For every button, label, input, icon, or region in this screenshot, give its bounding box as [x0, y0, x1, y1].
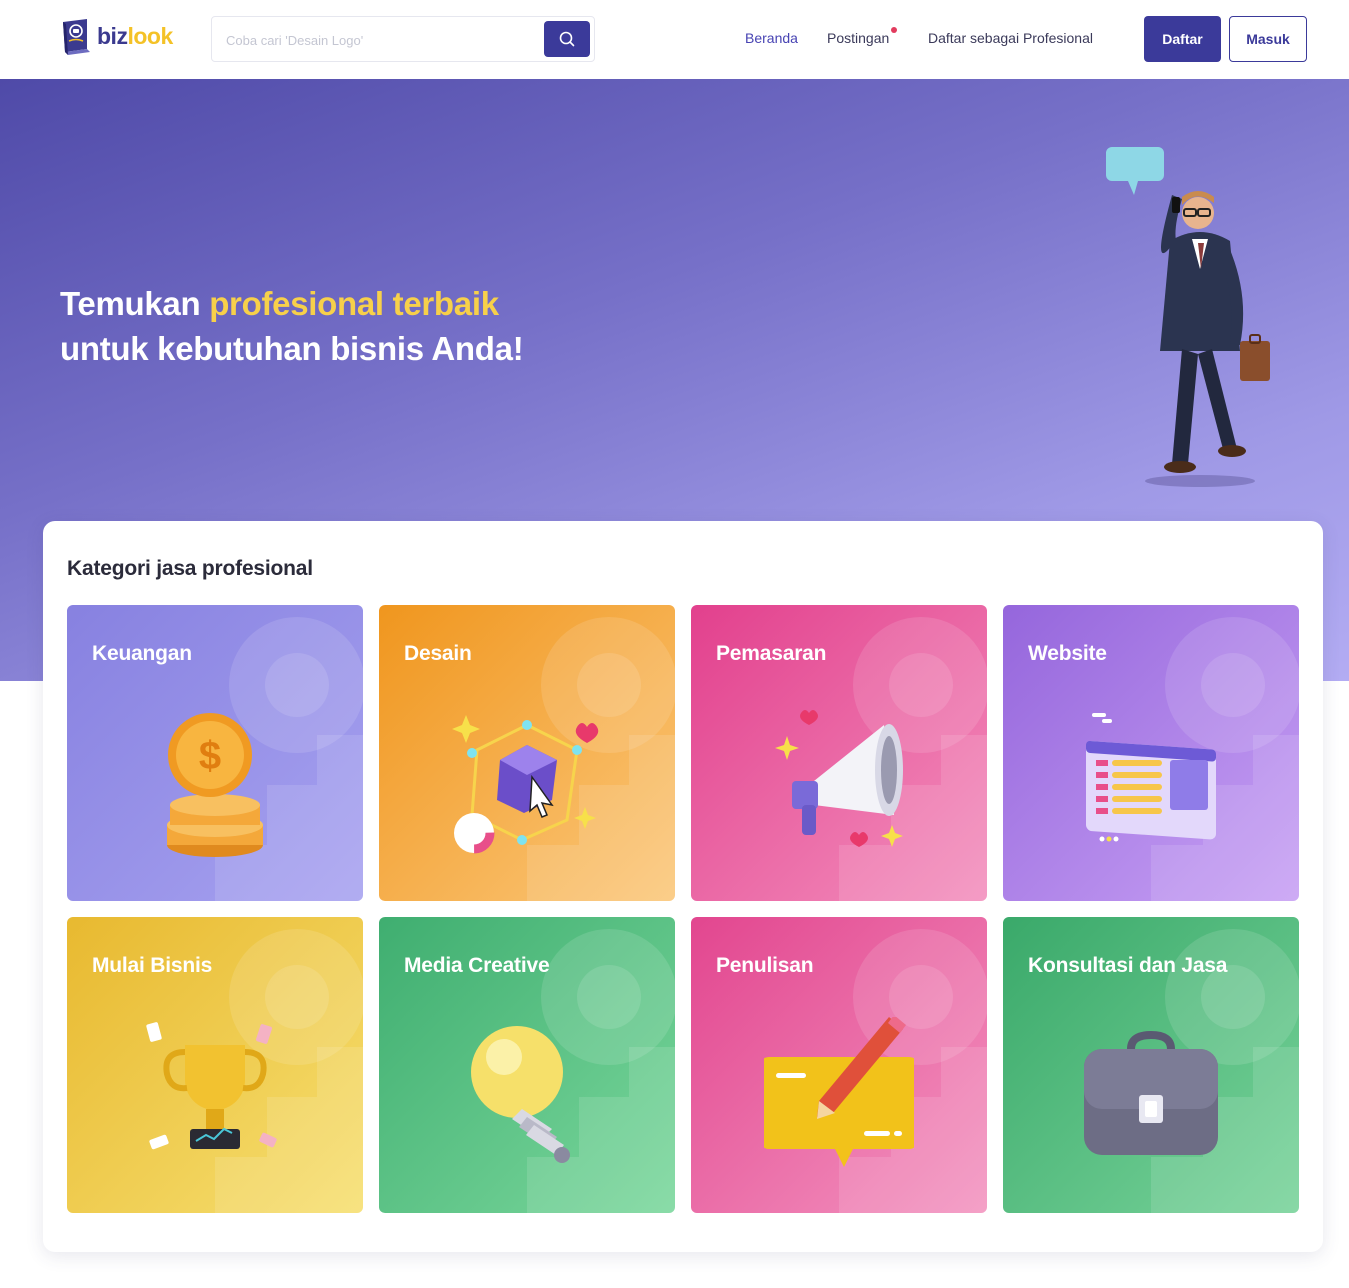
category-tile-mulai-bisnis[interactable]: Mulai Bisnis: [67, 917, 363, 1213]
category-label: Konsultasi dan Jasa: [1028, 954, 1228, 977]
top-header: bizlook Beranda Postingan Daftar sebagai…: [0, 0, 1349, 79]
category-title: Kategori jasa profesional: [67, 557, 313, 580]
pencil-note-icon: [764, 1017, 914, 1167]
search-button[interactable]: [544, 21, 590, 57]
hero-highlight: profesional terbaik: [209, 285, 499, 322]
nav-postingan[interactable]: Postingan: [827, 27, 898, 46]
briefcase-icon: [1084, 1030, 1218, 1155]
category-tile-konsultasi[interactable]: Konsultasi dan Jasa: [1003, 917, 1299, 1213]
lightbulb-icon: [471, 1026, 570, 1163]
category-tile-media-creative[interactable]: Media Creative: [379, 917, 675, 1213]
category-label: Keuangan: [92, 642, 192, 665]
svg-text:$: $: [199, 734, 221, 778]
category-label: Desain: [404, 642, 472, 665]
login-button[interactable]: Masuk: [1229, 16, 1307, 62]
browser-window-icon: [1086, 713, 1216, 842]
nav-daftar-profesional[interactable]: Daftar sebagai Profesional: [928, 30, 1093, 46]
search-input[interactable]: [226, 29, 526, 51]
coin-stack-icon: $: [167, 713, 263, 857]
speech-bubble-icon: [1106, 147, 1164, 195]
category-label: Media Creative: [404, 954, 550, 977]
search-icon: [559, 31, 575, 47]
nav-beranda[interactable]: Beranda: [745, 30, 798, 46]
logo-book-icon: [60, 16, 94, 56]
hero-headline: Temukan profesional terbaik untuk kebutu…: [60, 285, 524, 367]
notification-dot: [891, 27, 898, 33]
category-label: Mulai Bisnis: [92, 954, 213, 977]
category-tile-keuangan[interactable]: Keuangan $: [67, 605, 363, 901]
megaphone-icon: [775, 710, 903, 847]
search-bar: [211, 16, 595, 62]
category-tile-penulisan[interactable]: Penulisan: [691, 917, 987, 1213]
businessman-illustration: [1100, 141, 1280, 491]
bizlook-logo[interactable]: bizlook: [60, 16, 173, 56]
logo-wordmark: bizlook: [97, 22, 173, 49]
category-card: Kategori jasa profesional Keuangan $ Des…: [43, 521, 1323, 1252]
category-tile-website[interactable]: Website: [1003, 605, 1299, 901]
category-label: Website: [1028, 642, 1107, 665]
design-cube-icon: [452, 715, 599, 854]
category-label: Penulisan: [716, 954, 814, 977]
nav-postingan-label: Postingan: [827, 30, 890, 46]
category-tile-pemasaran[interactable]: Pemasaran: [691, 605, 987, 901]
category-tile-desain[interactable]: Desain: [379, 605, 675, 901]
category-label: Pemasaran: [716, 642, 827, 665]
trophy-icon: [146, 1022, 277, 1150]
register-button[interactable]: Daftar: [1144, 16, 1221, 62]
